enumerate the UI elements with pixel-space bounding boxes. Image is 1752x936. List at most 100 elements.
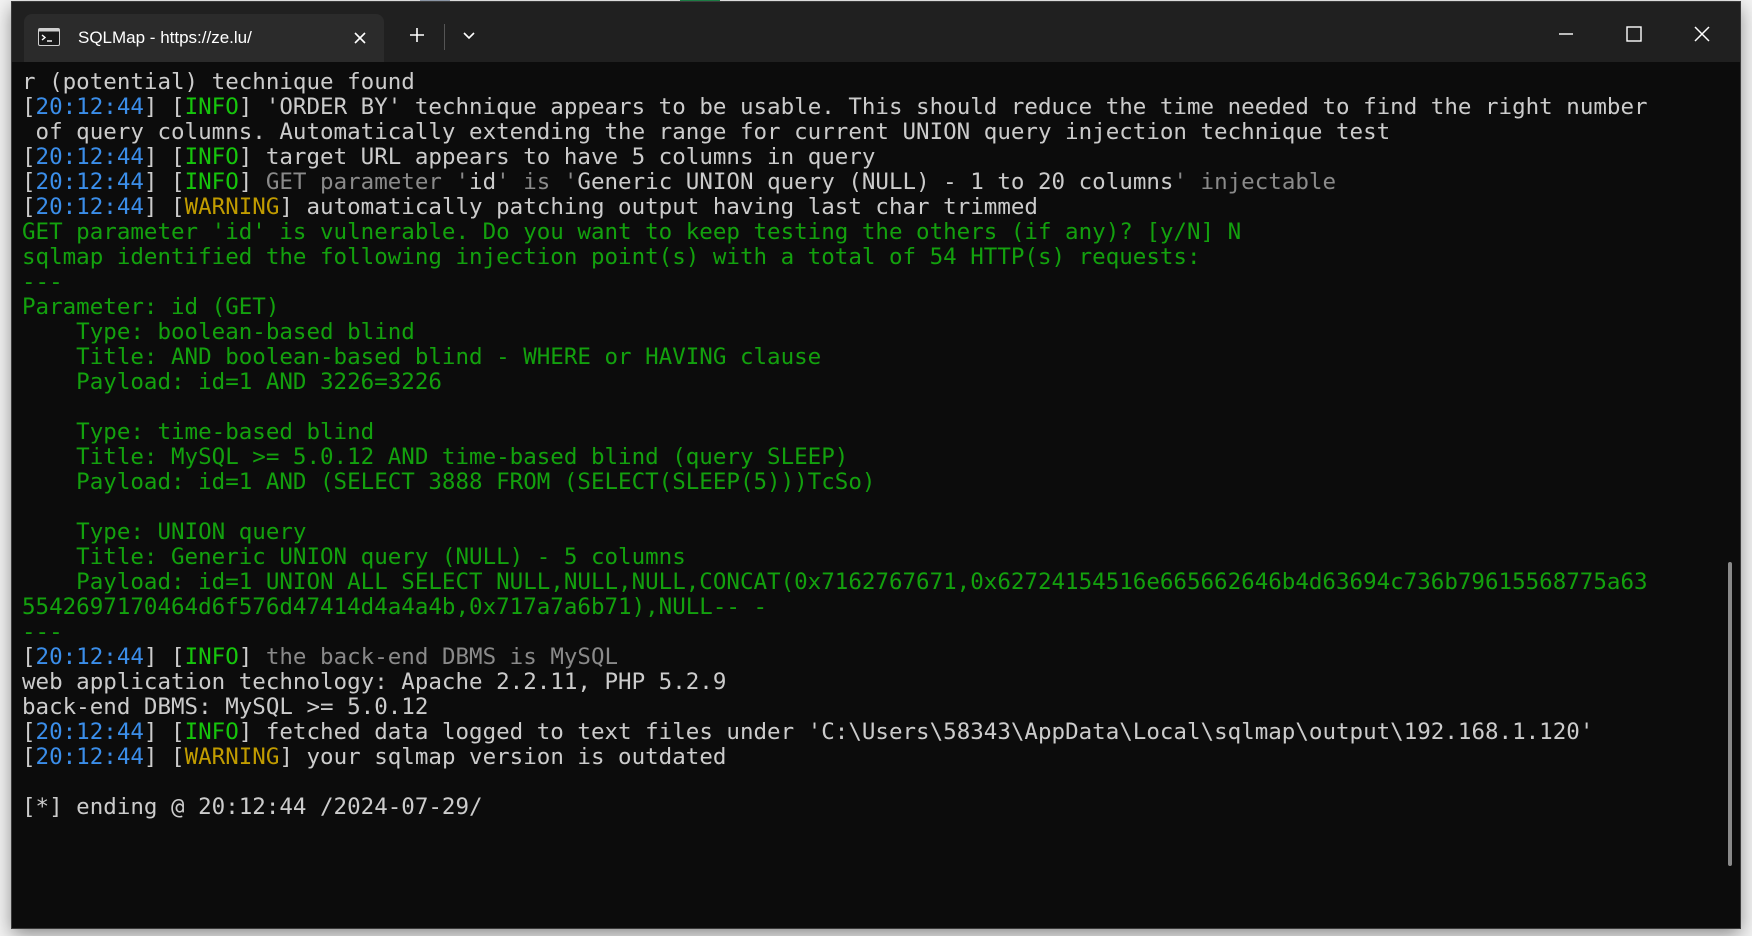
terminal-icon <box>38 28 60 46</box>
terminal-text-segment: Type: time-based blind <box>22 419 375 445</box>
terminal-text-segment: Payload: id=1 AND (SELECT 3888 FROM (SEL… <box>22 469 876 495</box>
terminal-line: back-end DBMS: MySQL >= 5.0.12 <box>22 693 428 721</box>
terminal-text-segment: --- <box>22 619 63 645</box>
terminal-text-segment: of query columns. Automatically extendin… <box>22 119 1391 145</box>
terminal-line: [20:12:44] [INFO] target URL appears to … <box>22 143 875 171</box>
terminal-text-segment: ] target URL appears to have 5 columns i… <box>238 144 876 170</box>
terminal-text-segment: [*] ending @ 20:12:44 /2024-07-29/ <box>22 794 483 820</box>
close-icon[interactable] <box>350 28 370 48</box>
terminal-line: Payload: id=1 UNION ALL SELECT NULL,NULL… <box>22 568 1648 596</box>
terminal-text-segment: [ <box>22 644 36 670</box>
terminal-text-segment: [ <box>22 144 36 170</box>
maximize-icon[interactable] <box>1612 12 1656 56</box>
terminal-line: [20:12:44] [WARNING] automatically patch… <box>22 193 1038 221</box>
plus-icon[interactable] <box>406 24 428 46</box>
terminal-text-segment: INFO <box>184 169 239 195</box>
chevron-down-icon[interactable] <box>458 28 480 44</box>
terminal-text-segment: WARNING <box>184 744 280 770</box>
terminal-line: Type: boolean-based blind <box>22 318 415 346</box>
terminal-text-segment: ' injectable <box>1173 169 1337 195</box>
terminal-text-segment: ] [ <box>143 194 185 220</box>
terminal-text-segment: Payload: id=1 UNION ALL SELECT NULL,NULL… <box>22 569 1648 595</box>
terminal-line: Title: MySQL >= 5.0.12 AND time-based bl… <box>22 443 848 471</box>
terminal-line: Type: time-based blind <box>22 418 374 446</box>
tab-divider <box>444 24 445 50</box>
terminal-text-segment: INFO <box>184 94 239 120</box>
terminal-text-segment: Title: MySQL >= 5.0.12 AND time-based bl… <box>22 444 849 470</box>
title-bar[interactable]: SQLMap - https://ze.lu/ <box>12 2 1740 62</box>
terminal-text-segment: GET parameter ' <box>265 169 470 195</box>
terminal-text-segment: sqlmap identified the following injectio… <box>22 244 1201 270</box>
close-icon[interactable] <box>1680 12 1724 56</box>
terminal-text-segment: 5542697170464d6f576d47414d4a4a4b,0x717a7… <box>22 594 768 620</box>
terminal-line: 5542697170464d6f576d47414d4a4a4b,0x717a7… <box>22 593 767 621</box>
terminal-text-segment: 20:12:44 <box>35 169 144 195</box>
terminal-text-segment: ] your sqlmap version is outdated <box>279 744 727 770</box>
terminal-line: Title: Generic UNION query (NULL) - 5 co… <box>22 543 686 571</box>
terminal-text-segment: INFO <box>184 719 239 745</box>
terminal-text-segment: 20:12:44 <box>35 644 144 670</box>
terminal-text-segment: ] automatically patching output having l… <box>279 194 1038 220</box>
terminal-text-segment: 20:12:44 <box>35 194 144 220</box>
terminal-text-segment: [ <box>22 194 36 220</box>
terminal-line: --- <box>22 618 63 646</box>
terminal-text-segment: web application technology: Apache 2.2.1… <box>22 669 727 695</box>
terminal-text-segment: GET parameter 'id' is vulnerable. Do you… <box>22 219 1242 245</box>
terminal-text-segment: 20:12:44 <box>35 744 144 770</box>
terminal-text-segment: ] [ <box>143 719 185 745</box>
terminal-text-segment: ] [ <box>143 744 185 770</box>
terminal-text-segment: Generic UNION query (NULL) - 1 to 20 col… <box>577 169 1174 195</box>
terminal-text-segment: Type: UNION query <box>22 519 307 545</box>
terminal-text-segment: --- <box>22 269 63 295</box>
terminal-text-segment: ] [ <box>143 94 185 120</box>
terminal-text-segment: 20:12:44 <box>35 94 144 120</box>
terminal-line: [20:12:44] [INFO] 'ORDER BY' technique a… <box>22 93 1648 121</box>
terminal-text-segment: ] [ <box>143 169 185 195</box>
vertical-scrollbar[interactable] <box>1728 562 1732 866</box>
terminal-line: Title: AND boolean-based blind - WHERE o… <box>22 343 821 371</box>
terminal-line: web application technology: Apache 2.2.1… <box>22 668 726 696</box>
minimize-icon[interactable] <box>1544 12 1588 56</box>
terminal-text-segment: [ <box>22 169 36 195</box>
terminal-line: Type: UNION query <box>22 518 306 546</box>
tab-title: SQLMap - https://ze.lu/ <box>78 28 252 47</box>
terminal-line: GET parameter 'id' is vulnerable. Do you… <box>22 218 1241 246</box>
terminal-text-segment: [ <box>22 719 36 745</box>
terminal-window: SQLMap - https://ze.lu/ r (potential) te… <box>12 2 1740 928</box>
terminal-text-segment: 20:12:44 <box>35 144 144 170</box>
terminal-line: of query columns. Automatically extendin… <box>22 118 1391 146</box>
terminal-line: r (potential) technique found <box>22 68 415 96</box>
tab-sqlmap[interactable]: SQLMap - https://ze.lu/ <box>24 14 384 62</box>
terminal-text-segment: ] 'ORDER BY' technique appears to be usa… <box>238 94 1648 120</box>
terminal-line: --- <box>22 268 63 296</box>
terminal-line: Parameter: id (GET) <box>22 293 279 321</box>
terminal-text-segment: Title: Generic UNION query (NULL) - 5 co… <box>22 544 686 570</box>
terminal-text-segment: the back-end DBMS is MySQL <box>265 644 619 670</box>
terminal-line: Payload: id=1 AND (SELECT 3888 FROM (SEL… <box>22 468 875 496</box>
terminal-text-segment: id <box>469 169 497 195</box>
terminal-text-segment: Parameter: id (GET) <box>22 294 280 320</box>
terminal-text-segment: [ <box>22 744 36 770</box>
terminal-line: [20:12:44] [WARNING] your sqlmap version… <box>22 743 726 771</box>
terminal-text-segment: Title: AND boolean-based blind - WHERE o… <box>22 344 822 370</box>
terminal-text-segment: INFO <box>184 644 239 670</box>
terminal-line: [*] ending @ 20:12:44 /2024-07-29/ <box>22 793 483 821</box>
terminal-output[interactable]: r (potential) technique found [20:12:44] … <box>22 68 1722 926</box>
terminal-line: [20:12:44] [INFO] the back-end DBMS is M… <box>22 643 618 671</box>
terminal-text-segment: back-end DBMS: MySQL >= 5.0.12 <box>22 694 429 720</box>
terminal-text-segment: 20:12:44 <box>35 719 144 745</box>
terminal-line: sqlmap identified the following injectio… <box>22 243 1201 271</box>
terminal-text-segment: INFO <box>184 144 239 170</box>
terminal-text-segment: ] [ <box>143 644 185 670</box>
terminal-text-segment: ] <box>238 644 266 670</box>
terminal-text-segment: ] <box>238 169 266 195</box>
terminal-text-segment: WARNING <box>184 194 280 220</box>
terminal-text-segment: r (potential) technique found <box>22 69 415 95</box>
terminal-line: [20:12:44] [INFO] GET parameter 'id' is … <box>22 168 1336 196</box>
terminal-line: [20:12:44] [INFO] fetched data logged to… <box>22 718 1593 746</box>
terminal-text-segment: [ <box>22 94 36 120</box>
terminal-text-segment: ] fetched data logged to text files unde… <box>238 719 1594 745</box>
terminal-text-segment: Type: boolean-based blind <box>22 319 415 345</box>
terminal-text-segment: ' is ' <box>496 169 578 195</box>
terminal-line: Payload: id=1 AND 3226=3226 <box>22 368 442 396</box>
